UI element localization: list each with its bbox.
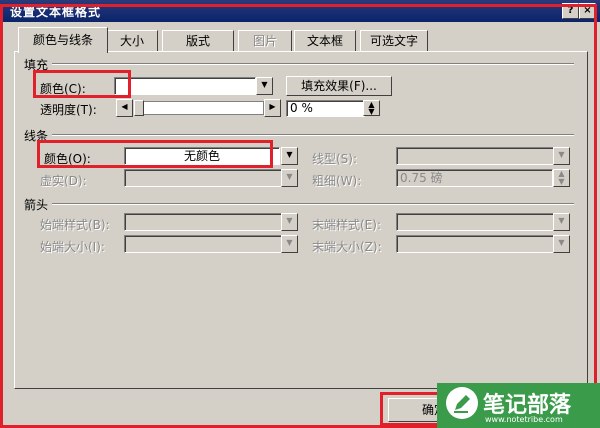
highlight-frame-dialog xyxy=(0,4,597,428)
watermark-site: www.notetribe.com xyxy=(485,415,563,424)
pencil-icon xyxy=(446,387,478,419)
pencil-icon-glyph xyxy=(454,395,470,413)
